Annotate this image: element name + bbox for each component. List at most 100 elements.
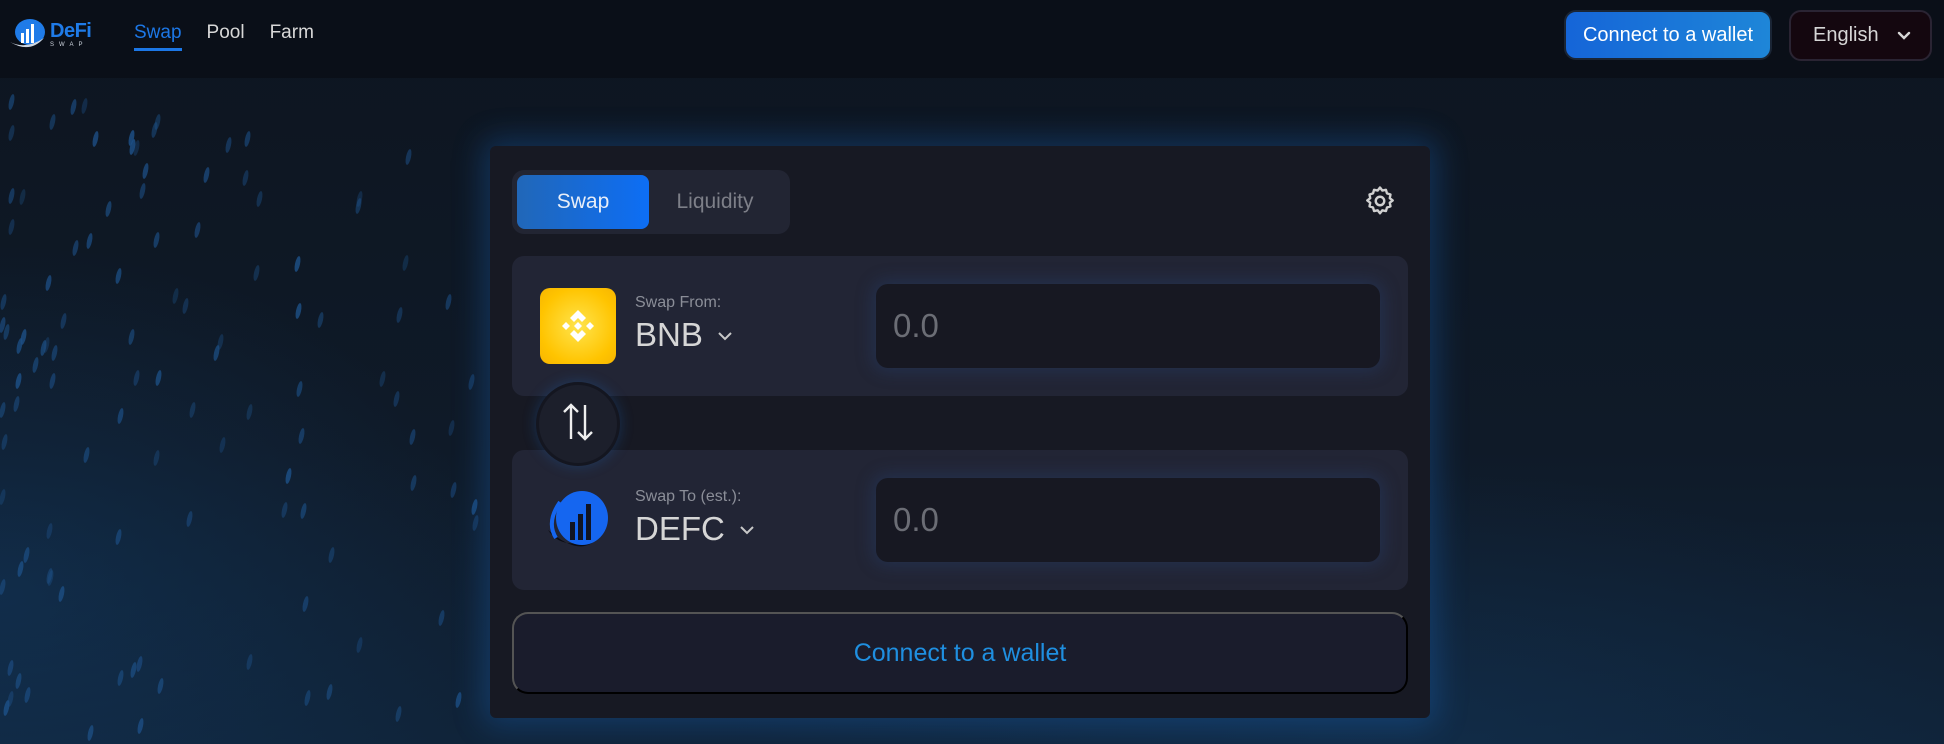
background-dot [152,231,161,249]
background-dot [193,221,202,239]
background-dot [7,93,16,111]
background-dot [378,370,387,388]
background-dot [295,380,305,398]
tab-swap[interactable]: Swap [517,175,649,229]
background-dot [116,408,125,425]
background-dot [80,97,89,115]
background-dot [327,546,336,564]
background-dot [82,446,91,464]
background-dot [19,328,28,346]
background-dot [394,705,403,723]
background-dot [44,275,53,292]
background-dot [114,529,123,546]
background-dot [409,475,418,492]
background-dot [447,419,456,436]
header-connect-wallet-button[interactable]: Connect to a wallet [1564,10,1772,60]
background-dot [185,510,194,527]
background-dot [392,390,401,408]
background-dot [59,312,68,330]
background-dot [470,498,479,516]
logo-title: DeFi [50,19,92,42]
tab-liquidity[interactable]: Liquidity [649,175,781,229]
background-dot [293,255,302,273]
background-dot [71,239,80,257]
chevron-down-icon [739,520,755,539]
background-dot [0,488,7,506]
chevron-down-icon [1897,24,1911,47]
logo-subtitle: SWAP [50,41,88,48]
background-dot [86,724,95,742]
switch-tokens-button[interactable] [536,382,620,466]
background-dot [127,328,136,346]
nav-swap[interactable]: Swap [134,22,182,51]
background-dot [151,449,161,467]
background-dot-pattern [0,80,520,744]
background-dot [408,428,417,445]
swap-from-label: Swap From: [635,294,722,311]
background-dot [245,403,255,421]
background-dot [7,124,16,142]
background-dot [132,369,141,387]
background-dot [170,287,180,305]
swap-card: Swap Liquidity Swap From: BNB 0.0 Swap T… [490,146,1430,718]
language-select[interactable]: English [1789,10,1932,61]
to-amount-input[interactable] [876,478,1380,562]
background-dot [45,523,54,540]
chevron-down-icon [717,326,733,345]
background-dot [404,148,413,166]
defc-icon [540,482,616,558]
to-token-select[interactable]: DEFC [635,510,755,548]
swap-to-panel: Swap To (est.): DEFC [512,450,1408,590]
background-dot [252,264,261,282]
background-dot [0,578,7,596]
background-dot [224,136,233,154]
background-dot [138,182,147,200]
background-dot [437,609,446,627]
background-dot [303,689,313,707]
from-amount-input[interactable] [876,284,1380,368]
top-navbar: DeFi SWAP Swap Pool Farm Connect to a wa… [0,0,1944,78]
background-dot [0,433,9,451]
from-token-select[interactable]: BNB [635,316,733,354]
background-dot [454,691,463,709]
gear-icon[interactable] [1363,184,1397,218]
background-dot [48,113,57,130]
background-dot [243,130,252,147]
background-dot [255,190,264,208]
nav-farm[interactable]: Farm [270,22,314,51]
background-dot [280,501,289,519]
background-dot [301,596,310,613]
background-dot [50,344,60,362]
background-dot [136,717,145,735]
background-dot [218,436,227,453]
background-dot [7,218,17,236]
bnb-icon [540,288,616,364]
connect-wallet-button[interactable]: Connect to a wallet [512,612,1408,694]
background-dot [6,690,15,708]
logo[interactable]: DeFi SWAP [8,14,98,54]
background-dot [216,333,225,350]
background-dot [104,201,113,218]
background-dot [69,99,79,116]
background-dot [154,369,163,386]
background-dot [18,188,27,205]
background-dot [355,636,364,653]
background-dot [48,372,57,389]
background-dot [141,162,150,179]
background-dot [401,254,410,271]
background-dot [444,294,453,311]
background-dot [116,669,126,687]
background-dot [296,427,306,445]
swap-arrows-icon [560,401,596,447]
background-dot [114,267,123,285]
background-dot [471,514,480,532]
swap-liquidity-tabs: Swap Liquidity [512,170,790,234]
background-dot [6,659,15,677]
swap-from-panel: Swap From: BNB [512,256,1408,396]
main-nav: Swap Pool Farm [134,22,314,51]
background-dot [23,687,32,704]
language-selected: English [1813,24,1879,46]
background-dot [16,560,25,578]
background-dot [395,306,404,324]
nav-pool[interactable]: Pool [207,22,245,51]
